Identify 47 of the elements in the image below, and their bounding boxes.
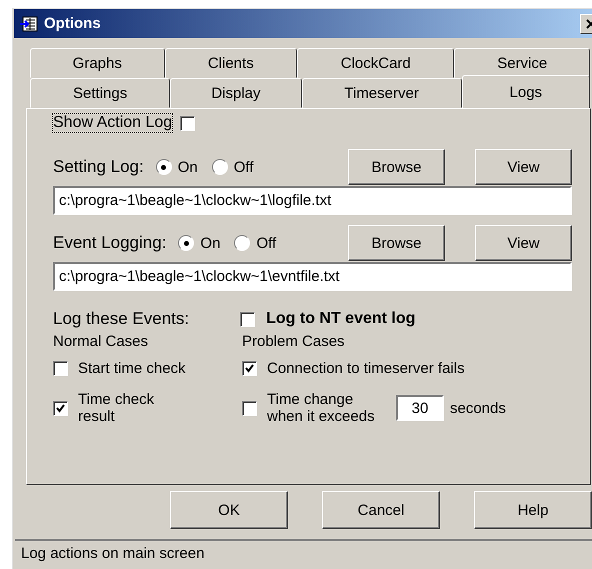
radio-label[interactable]: On xyxy=(178,158,198,176)
table-icon xyxy=(20,16,38,32)
checkbox[interactable] xyxy=(242,361,257,376)
checkbox[interactable] xyxy=(53,361,68,376)
field-label: Event Logging: xyxy=(53,233,166,253)
tab[interactable]: Display xyxy=(170,78,302,108)
tab[interactable]: ClockCard xyxy=(297,48,454,78)
checkbox[interactable] xyxy=(180,116,196,130)
section-title: Log these Events: xyxy=(53,309,190,329)
checkbox[interactable] xyxy=(242,400,257,416)
tab[interactable]: Logs xyxy=(462,75,590,108)
unit-label: seconds xyxy=(450,400,506,417)
radio-label[interactable]: On xyxy=(200,234,220,252)
radio-button[interactable] xyxy=(156,159,172,175)
tab[interactable]: Service xyxy=(454,48,590,78)
tab[interactable]: Clients xyxy=(164,48,298,78)
seconds-field[interactable]: 30 xyxy=(396,395,444,422)
dialog-button[interactable]: Cancel xyxy=(322,491,440,529)
checkbox-label[interactable]: Time change when it exceeds xyxy=(267,391,392,426)
checkbox-label[interactable]: Time check result xyxy=(78,391,178,426)
checkbox-label[interactable]: Show Action Log xyxy=(53,114,172,132)
browse-button[interactable]: Browse xyxy=(348,149,445,185)
radio-button[interactable] xyxy=(234,235,250,251)
path-field[interactable]: c:\progra~1\beagle~1\clockw~1\logfile.txt xyxy=(53,186,572,215)
dialog-button[interactable]: OK xyxy=(170,491,288,529)
browse-button[interactable]: Browse xyxy=(348,225,445,261)
tab[interactable]: Timeserver xyxy=(302,78,462,108)
checkbox-label[interactable]: Log to NT event log xyxy=(266,310,416,328)
tab[interactable]: Graphs xyxy=(30,48,165,78)
radio-label[interactable]: Off xyxy=(234,158,254,176)
view-button[interactable]: View xyxy=(475,149,572,185)
group-title: Normal Cases xyxy=(53,333,150,350)
checkbox[interactable] xyxy=(240,312,256,326)
checkbox-label[interactable]: Connection to timeserver fails xyxy=(267,360,465,377)
checkbox-label[interactable]: Start time check xyxy=(78,360,186,377)
path-field[interactable]: c:\progra~1\beagle~1\clockw~1\evntfile.txt xyxy=(53,262,572,291)
radio-button[interactable] xyxy=(212,159,228,175)
window-title: Options xyxy=(44,15,102,32)
dialog-button[interactable]: Help xyxy=(474,491,592,529)
status-bar: Log actions on main screen xyxy=(15,539,592,567)
view-button[interactable]: View xyxy=(475,225,572,261)
tab[interactable]: Settings xyxy=(30,78,170,108)
checkbox[interactable] xyxy=(53,400,68,416)
group-title: Problem Cases xyxy=(242,333,346,350)
radio-label[interactable]: Off xyxy=(256,234,276,252)
field-label: Setting Log: xyxy=(53,157,144,177)
radio-button[interactable] xyxy=(178,235,194,251)
